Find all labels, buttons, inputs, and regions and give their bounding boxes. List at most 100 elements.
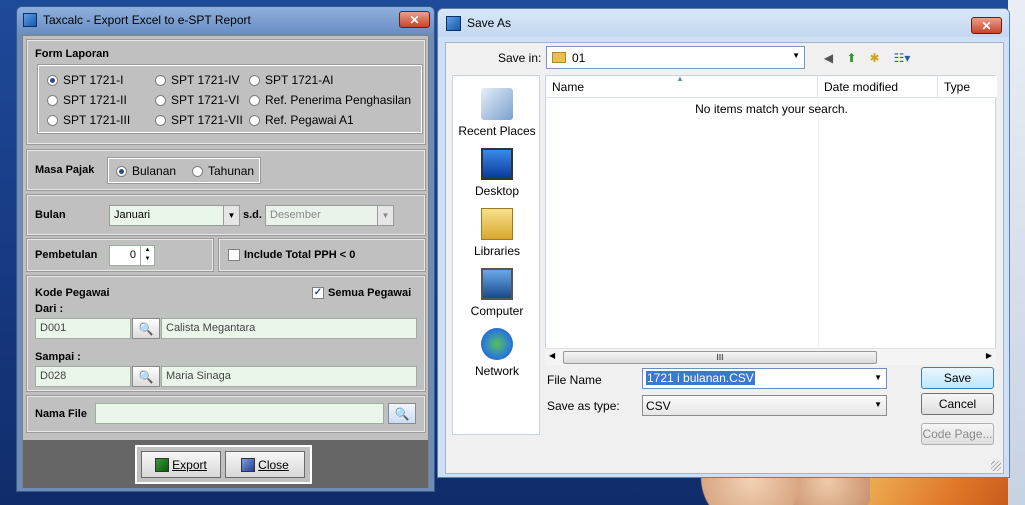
chevron-down-icon[interactable]: ▼ (792, 51, 800, 60)
column-type[interactable]: Type (938, 76, 997, 98)
file-name-input[interactable]: 1721 i bulanan.CSV ▼ (642, 368, 887, 389)
network-icon (481, 328, 513, 360)
radio-spt-1721-i[interactable]: SPT 1721-I (47, 73, 123, 87)
semua-pegawai-checkbox[interactable]: ✓ Semua Pegawai (312, 287, 411, 299)
radio-bulanan[interactable]: Bulanan (116, 164, 176, 178)
dari-search-button[interactable]: 🔍 (132, 318, 160, 339)
export-window: Taxcalc - Export Excel to e-SPT Report ✕… (16, 6, 435, 492)
export-window-titlebar[interactable]: Taxcalc - Export Excel to e-SPT Report (17, 7, 434, 33)
new-folder-icon[interactable]: ✱ (866, 49, 883, 66)
save-as-dialog: Save As ✕ Save in: 01 ▼ ◀ ⬆ ✱ ☷▾ Recent … (437, 8, 1010, 478)
sd-label: s.d. (243, 209, 262, 221)
radio-tahunan[interactable]: Tahunan (192, 164, 254, 178)
pembetulan-spinner[interactable]: 0 ▲ ▼ (109, 245, 155, 266)
place-recent-places[interactable]: Recent Places (453, 88, 541, 138)
place-computer[interactable]: Computer (453, 268, 541, 318)
masa-pajak-panel: Masa Pajak Bulanan Tahunan (26, 149, 426, 191)
include-total-panel: Include Total PPH < 0 (218, 238, 426, 272)
libraries-icon (481, 208, 513, 240)
back-arrow-icon[interactable]: ◀ (820, 49, 837, 66)
radio-dot-icon (155, 114, 166, 126)
chevron-down-icon[interactable]: ▼ (874, 400, 882, 409)
desktop-edge (1008, 0, 1025, 505)
bulan-to-combo: Desember ▼ (265, 205, 394, 226)
taxcalc-app-icon (23, 13, 37, 27)
recent-places-icon (481, 88, 513, 120)
close-icon[interactable]: ✕ (399, 11, 430, 28)
save-as-type-label: Save as type: (547, 399, 620, 413)
spinner-arrows-icon[interactable]: ▲ ▼ (140, 246, 154, 265)
empty-message: No items match your search. (695, 102, 848, 116)
bulan-label: Bulan (35, 209, 66, 221)
radio-dot-icon (116, 165, 127, 177)
up-folder-icon[interactable]: ⬆ (843, 49, 860, 66)
radio-spt-1721-ai[interactable]: SPT 1721-AI (249, 73, 333, 87)
place-desktop[interactable]: Desktop (453, 148, 541, 198)
radio-dot-icon (155, 94, 166, 106)
radio-ref-pegawai-a1[interactable]: Ref. Pegawai A1 (249, 113, 354, 127)
kode-pegawai-label: Kode Pegawai (35, 287, 110, 299)
radio-dot-icon (47, 114, 58, 126)
radio-dot-icon (249, 74, 260, 86)
scroll-right-icon[interactable]: ▶ (986, 351, 992, 360)
radio-dot-icon (155, 74, 166, 86)
radio-ref-penerima[interactable]: Ref. Penerima Penghasilan (249, 93, 411, 107)
horizontal-scrollbar[interactable]: ◀ III ▶ (545, 348, 996, 365)
dari-code-field[interactable]: D001 (35, 318, 131, 339)
export-window-title: Taxcalc - Export Excel to e-SPT Report (43, 13, 251, 27)
sampai-code-field[interactable]: D028 (35, 366, 131, 387)
column-date-modified[interactable]: Date modified (818, 76, 938, 98)
dari-label: Dari : (35, 303, 64, 315)
scroll-left-icon[interactable]: ◀ (549, 351, 555, 360)
chevron-down-icon: ▼ (377, 206, 393, 225)
exit-door-icon (241, 457, 256, 472)
save-as-titlebar[interactable]: Save As (438, 9, 1009, 37)
sampai-label: Sampai : (35, 351, 81, 363)
bulan-panel: Bulan Januari ▼ s.d. Desember ▼ (26, 194, 426, 236)
radio-dot-icon (249, 114, 260, 126)
resize-grip-icon[interactable] (991, 461, 1001, 471)
radio-spt-1721-iii[interactable]: SPT 1721-III (47, 113, 130, 127)
kode-pegawai-panel: Kode Pegawai ✓ Semua Pegawai Dari : D001 … (26, 275, 426, 392)
export-button[interactable]: Export (141, 451, 221, 478)
radio-spt-1721-vi[interactable]: SPT 1721-VI (155, 93, 239, 107)
bulan-from-combo[interactable]: Januari ▼ (109, 205, 240, 226)
chevron-down-icon[interactable]: ▼ (223, 206, 239, 225)
masa-pajak-label: Masa Pajak (35, 164, 95, 176)
chevron-down-icon[interactable]: ▼ (874, 373, 882, 382)
radio-dot-icon (47, 74, 58, 86)
column-name[interactable]: Name ▲ (546, 74, 818, 98)
pembetulan-label: Pembetulan (35, 249, 98, 261)
close-icon[interactable]: ✕ (971, 17, 1002, 34)
button-group: Export Close (135, 445, 312, 484)
form-laporan-label: Form Laporan (35, 48, 109, 60)
radio-spt-1721-ii[interactable]: SPT 1721-II (47, 93, 127, 107)
file-list[interactable]: Name ▲ Date modified Type No items match … (545, 74, 997, 365)
place-network[interactable]: Network (453, 328, 541, 378)
save-as-type-combo[interactable]: CSV ▼ (642, 395, 887, 416)
place-libraries[interactable]: Libraries (453, 208, 541, 258)
nama-file-input[interactable] (95, 403, 384, 424)
taxcalc-app-icon (446, 15, 461, 31)
magnifier-icon: 🔍 (138, 321, 154, 336)
sampai-search-button[interactable]: 🔍 (132, 366, 160, 387)
desktop-icon (481, 148, 513, 180)
computer-icon (481, 268, 513, 300)
button-footer: Export Close (23, 440, 428, 488)
checkmark-icon: ✓ (312, 287, 324, 299)
nama-file-label: Nama File (35, 408, 87, 420)
radio-spt-1721-iv[interactable]: SPT 1721-IV (155, 73, 239, 87)
close-button[interactable]: Close (225, 451, 305, 478)
include-total-checkbox[interactable]: Include Total PPH < 0 (228, 249, 355, 261)
view-menu-icon[interactable]: ☷▾ (889, 49, 915, 66)
form-laporan-panel: Form Laporan SPT 1721-I SPT 1721-II SPT … (26, 39, 426, 145)
save-button[interactable]: Save (921, 367, 994, 389)
radio-spt-1721-vii[interactable]: SPT 1721-VII (155, 113, 243, 127)
nama-file-browse-button[interactable]: 🔍 (388, 403, 416, 424)
radio-dot-icon (47, 94, 58, 106)
scroll-thumb[interactable]: III (563, 351, 877, 364)
export-window-client: Form Laporan SPT 1721-I SPT 1721-II SPT … (22, 35, 429, 488)
save-in-combo[interactable]: 01 ▼ (546, 46, 805, 69)
cancel-button[interactable]: Cancel (921, 393, 994, 415)
save-as-title: Save As (467, 16, 512, 30)
